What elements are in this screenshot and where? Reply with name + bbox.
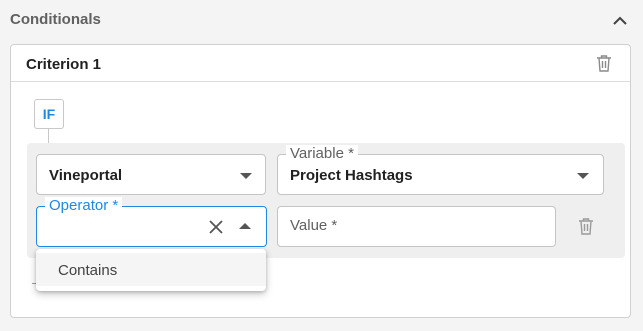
clear-button[interactable] (207, 218, 225, 236)
variable-label: Variable * (286, 145, 358, 163)
chevron-down-icon[interactable] (577, 173, 589, 179)
source-select[interactable]: Vineportal (36, 154, 266, 195)
chevron-down-icon[interactable] (240, 173, 252, 179)
trash-icon (597, 55, 611, 72)
delete-condition-button[interactable] (575, 215, 597, 237)
trash-icon (579, 218, 593, 235)
criterion-header: Criterion 1 (11, 45, 630, 82)
source-select-value: Vineportal (49, 167, 123, 184)
delete-criterion-button[interactable] (593, 52, 615, 74)
if-connector-line (48, 129, 49, 143)
value-input[interactable]: Value * (277, 206, 556, 247)
operator-label: Operator * (45, 197, 123, 215)
chevron-up-icon[interactable] (239, 223, 251, 229)
section-title: Conditionals (10, 11, 101, 28)
value-placeholder: Value * (290, 217, 338, 234)
conditionals-section-header: Conditionals (0, 0, 643, 40)
if-badge: IF (34, 99, 64, 129)
option-label: Contains (58, 262, 118, 279)
close-icon (209, 220, 223, 234)
operator-dropdown: Contains (36, 249, 266, 291)
operator-select[interactable]: Operator * (36, 197, 267, 247)
collapse-button[interactable] (609, 9, 631, 31)
variable-select-value: Project Hashtags (290, 167, 413, 184)
dropdown-option-contains[interactable]: Contains (36, 253, 266, 286)
variable-select[interactable]: Variable * Project Hashtags (277, 145, 604, 195)
criterion-title: Criterion 1 (26, 56, 102, 73)
chevron-up-icon (613, 16, 627, 25)
